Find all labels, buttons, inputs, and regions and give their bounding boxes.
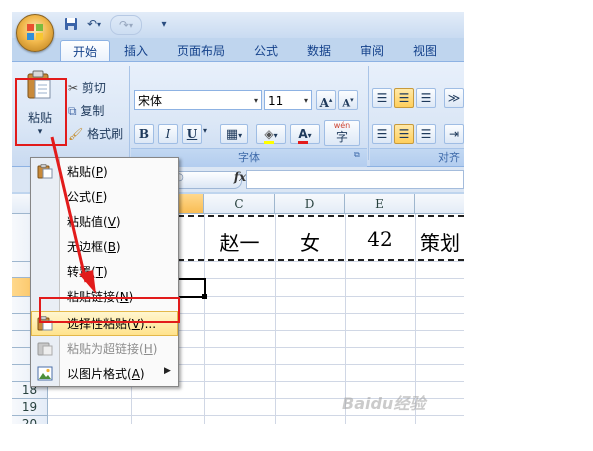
office-logo-icon: [27, 24, 43, 40]
excel-window: ↶ ▾ ↷ ▾ ▾ 开始 插入 页面布局 公式 数据 审阅 视图 粘贴 ▾ ✂ …: [12, 12, 464, 424]
annotation-arrow-icon: [50, 136, 96, 294]
office-button[interactable]: [16, 14, 54, 52]
